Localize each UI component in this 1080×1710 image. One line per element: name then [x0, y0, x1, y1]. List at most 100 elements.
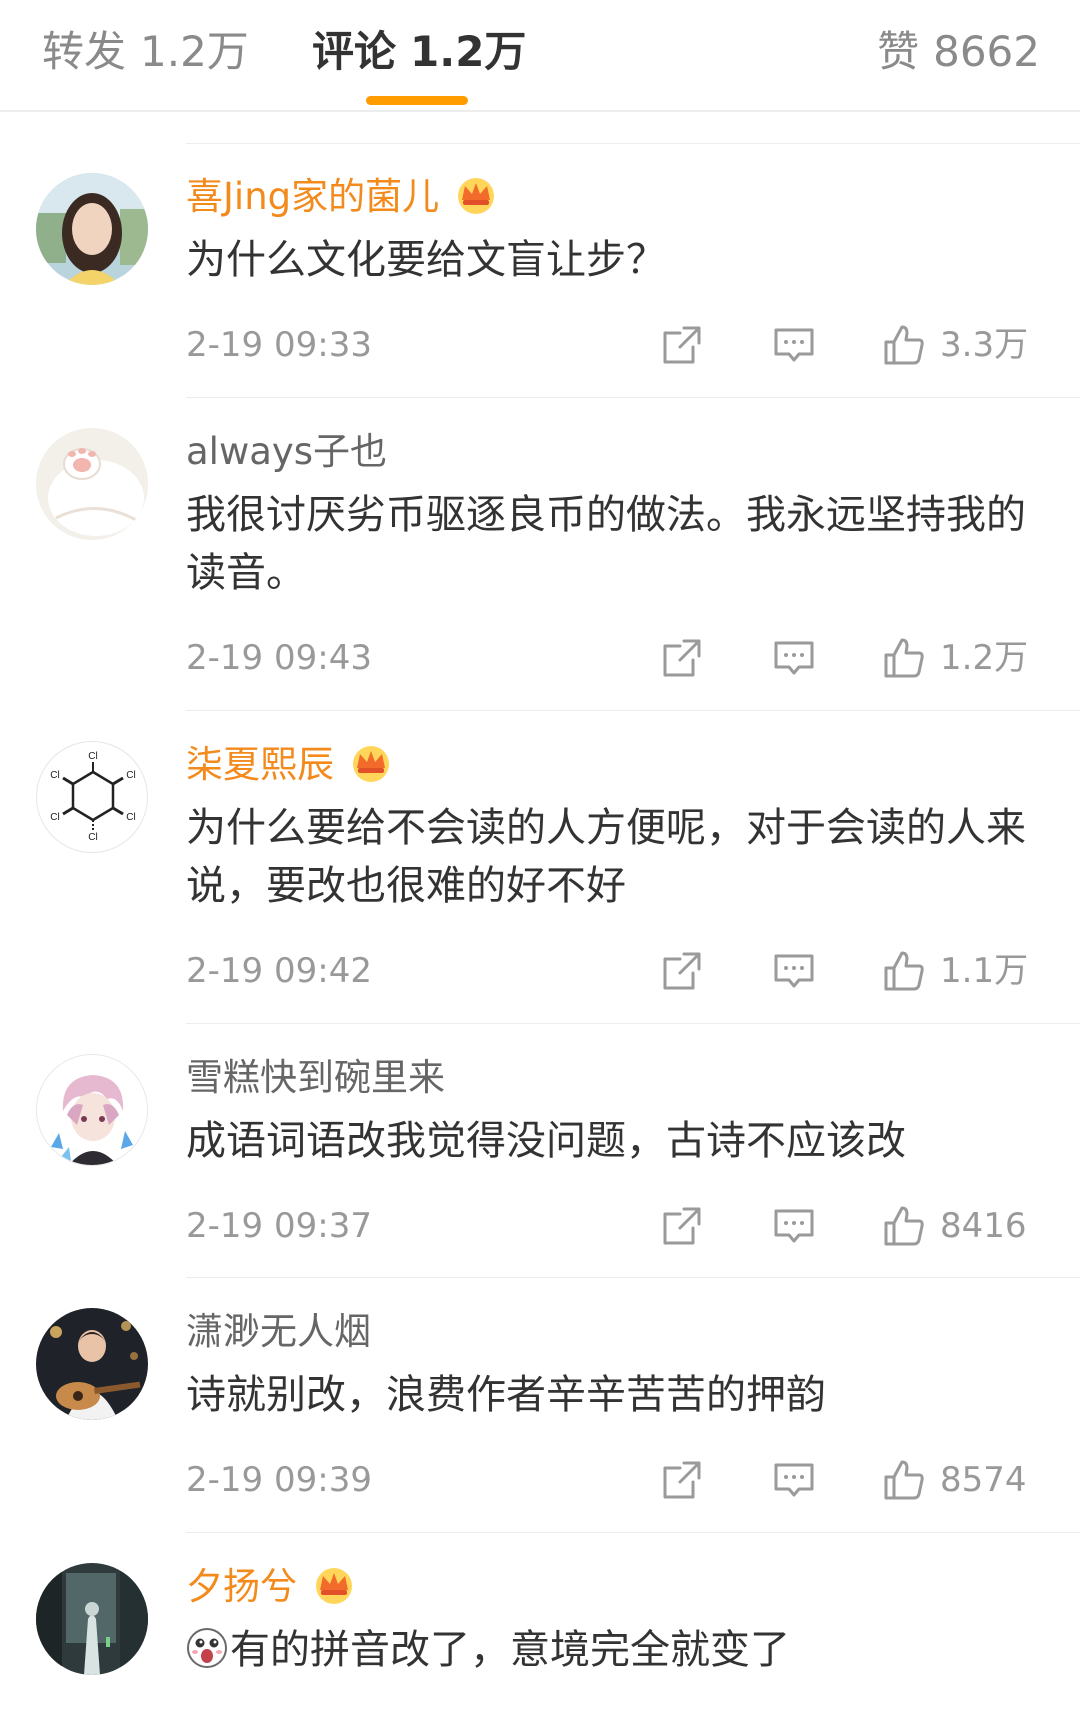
username-text: 雪糕快到碗里来	[186, 1056, 445, 1099]
share-icon	[663, 326, 701, 364]
divider	[186, 1532, 1080, 1533]
username[interactable]: 雪糕快到碗里来	[186, 1054, 1040, 1102]
like-button[interactable]: 1.1万	[882, 949, 1028, 993]
tab-repost[interactable]: 转发 1.2万	[42, 22, 249, 82]
tab-like-label: 赞	[877, 27, 920, 76]
thumbs-up-icon	[884, 638, 924, 678]
molecule-atom-label: Cl	[50, 812, 59, 823]
avatar[interactable]	[36, 173, 148, 285]
thumbs-up-icon	[884, 1206, 924, 1246]
username[interactable]: 喜Jing家的菌儿	[186, 173, 1040, 221]
comment-meta: 2-19 09:43 1.2万	[186, 628, 1040, 688]
share-icon	[663, 1207, 701, 1245]
comment-time: 2-19 09:42	[186, 951, 372, 991]
molecule-atom-label: Cl	[126, 770, 135, 781]
molecule-atom-label: Cl	[50, 770, 59, 781]
avatar[interactable]: Cl Cl Cl Cl Cl Cl	[36, 741, 148, 853]
comment-time: 2-19 09:43	[186, 638, 372, 678]
divider	[186, 1023, 1080, 1024]
comment-time: 2-19 09:33	[186, 325, 372, 365]
share-button[interactable]	[660, 636, 704, 680]
tab-comment-label: 评论	[312, 27, 397, 76]
username-text: always子也	[186, 430, 388, 473]
comment-meta: 2-19 09:33 3.3万	[186, 315, 1040, 375]
avatar[interactable]	[36, 1563, 148, 1675]
avatar-anime-character-icon	[37, 1055, 147, 1165]
reply-button[interactable]	[772, 1458, 816, 1502]
share-button[interactable]	[660, 1458, 704, 1502]
divider	[186, 1277, 1080, 1278]
divider	[186, 143, 1080, 144]
tab-like-count: 8662	[933, 27, 1040, 76]
comment-bubble-icon	[774, 1209, 814, 1243]
username-text: 柒夏熙辰	[186, 743, 334, 786]
reply-button[interactable]	[772, 949, 816, 993]
comment-tab-bar: 转发 1.2万 评论 1.2万 赞 8662	[0, 0, 1080, 112]
comment-bubble-icon	[774, 954, 814, 988]
reply-button[interactable]	[772, 636, 816, 680]
divider	[186, 710, 1080, 711]
tab-like[interactable]: 赞 8662	[877, 22, 1040, 82]
like-button[interactable]: 1.2万	[882, 636, 1028, 680]
username[interactable]: 柒夏熙辰	[186, 741, 1040, 789]
molecule-atom-label: Cl	[126, 812, 135, 823]
share-button[interactable]	[660, 323, 704, 367]
comment-meta: 2-19 09:39 8574	[186, 1450, 1040, 1510]
share-button[interactable]	[660, 949, 704, 993]
comment-bubble-icon	[774, 328, 814, 362]
comment-text: 诗就别改，浪费作者辛辛苦苦的押韵	[186, 1372, 826, 1418]
comment-text-row: 有的拼音改了，意境完全就变了	[186, 1621, 1040, 1679]
avatar-woman-photo-icon	[36, 173, 148, 285]
molecule-atom-label: Cl	[88, 832, 97, 843]
share-button[interactable]	[660, 1204, 704, 1248]
comment-text: 成语词语改我觉得没问题，古诗不应该改	[186, 1118, 906, 1164]
vip-crown-icon	[353, 745, 389, 782]
vip-crown-icon	[316, 1567, 352, 1604]
tab-comment[interactable]: 评论 1.2万	[312, 22, 526, 82]
comment-text: 为什么要给不会读的人方便呢，对于会读的人来说，要改也很难的好不好	[186, 805, 1026, 909]
avatar-dark-scene-icon	[36, 1563, 148, 1675]
tab-comment-count: 1.2万	[410, 27, 527, 76]
active-tab-indicator	[366, 96, 468, 105]
reply-button[interactable]	[772, 323, 816, 367]
divider	[186, 397, 1080, 398]
like-button[interactable]: 8574	[882, 1458, 1027, 1502]
username-text: 潇渺无人烟	[186, 1310, 371, 1353]
avatar[interactable]	[36, 428, 148, 540]
avatar-chemical-structure-icon: Cl Cl Cl Cl Cl Cl	[50, 751, 135, 843]
comment-time: 2-19 09:37	[186, 1206, 372, 1246]
tab-repost-label: 转发	[42, 27, 127, 76]
avatar[interactable]	[36, 1308, 148, 1420]
like-button[interactable]: 3.3万	[882, 323, 1028, 367]
share-icon	[663, 952, 701, 990]
comment-text: 我很讨厌劣币驱逐良币的做法。我永远坚持我的读音。	[186, 492, 1026, 596]
username-text: 喜Jing家的菌儿	[186, 175, 440, 218]
thumbs-up-icon	[884, 1460, 924, 1500]
username-text: 夕扬兮	[186, 1565, 297, 1608]
shocked-face-emoji-icon	[187, 1628, 227, 1668]
comment-bubble-icon	[774, 1463, 814, 1497]
thumbs-up-icon	[884, 951, 924, 991]
share-icon	[663, 1461, 701, 1499]
like-count: 8574	[940, 1460, 1027, 1500]
username[interactable]: always子也	[186, 428, 1040, 476]
comment-bubble-icon	[774, 641, 814, 675]
like-count: 3.3万	[940, 325, 1029, 365]
vip-crown-icon	[458, 177, 495, 214]
username[interactable]: 潇渺无人烟	[186, 1308, 1040, 1356]
comment-meta: 2-19 09:37 8416	[186, 1196, 1040, 1256]
avatar[interactable]	[36, 1054, 148, 1166]
comment-meta: 2-19 09:42 1.1万	[186, 941, 1040, 1001]
like-count: 1.1万	[940, 951, 1029, 991]
tab-repost-count: 1.2万	[140, 27, 249, 76]
username[interactable]: 夕扬兮	[186, 1563, 1040, 1611]
thumbs-up-icon	[884, 325, 924, 365]
comment-text: 为什么文化要给文盲让步？	[186, 237, 666, 283]
comment-time: 2-19 09:39	[186, 1460, 372, 1500]
like-button[interactable]: 8416	[882, 1204, 1027, 1248]
avatar-cat-paw-icon	[36, 428, 148, 540]
avatar-guitar-player-icon	[36, 1308, 148, 1420]
like-count: 8416	[940, 1206, 1027, 1246]
share-icon	[663, 639, 701, 677]
reply-button[interactable]	[772, 1204, 816, 1248]
